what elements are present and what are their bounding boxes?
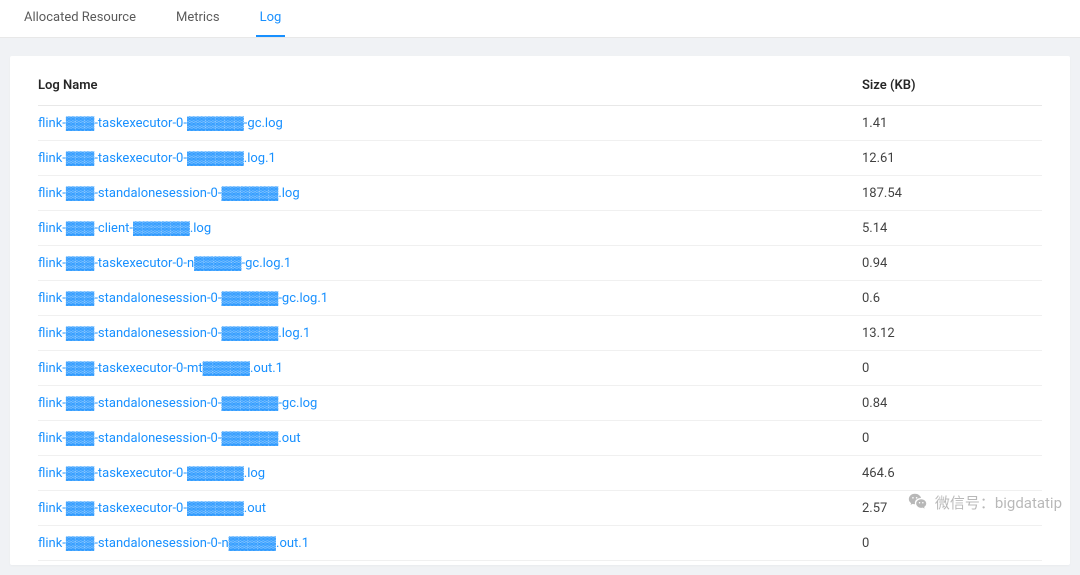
- log-name-cell: flink-▓▓▓-taskexecutor-0-▓▓▓▓▓▓-gc.log: [38, 115, 862, 131]
- log-size-cell: 0: [862, 536, 1042, 551]
- table-row: flink-▓▓▓-taskexecutor-0-▓▓▓▓▓▓.log.1 12.…: [38, 141, 1042, 176]
- table-row: flink-▓▓▓-standalonesession-0-n▓▓▓▓▓.out…: [38, 526, 1042, 561]
- table-row: flink-▓▓▓-standalonesession-0-▓▓▓▓▓▓.out…: [38, 421, 1042, 456]
- log-link[interactable]: flink-▓▓▓-standalonesession-0-▓▓▓▓▓▓-gc.…: [38, 396, 317, 411]
- log-table-card: Log Name Size (KB) flink-▓▓▓-taskexecuto…: [10, 56, 1070, 565]
- log-name-cell: flink-▓▓▓-standalonesession-0-▓▓▓▓▓▓.log: [38, 185, 862, 201]
- log-name-cell: flink-▓▓▓-standalonesession-0-▓▓▓▓▓▓-gc.…: [38, 395, 862, 411]
- log-size-cell: 2.57: [862, 501, 1042, 516]
- log-link[interactable]: flink-▓▓▓-standalonesession-0-▓▓▓▓▓▓.out: [38, 431, 301, 446]
- tab-metrics[interactable]: Metrics: [172, 0, 224, 37]
- log-name-cell: flink-▓▓▓-standalonesession-0-▓▓▓▓▓▓.out: [38, 430, 862, 446]
- log-link[interactable]: flink-▓▓▓-standalonesession-0-▓▓▓▓▓▓.log…: [38, 326, 310, 341]
- log-link[interactable]: flink-▓▓▓-standalonesession-0-▓▓▓▓▓▓.log: [38, 186, 300, 201]
- log-name-cell: flink-▓▓▓-taskexecutor-0-▓▓▓▓▓▓.out: [38, 500, 862, 516]
- log-name-cell: flink-▓▓▓-taskexecutor-0-▓▓▓▓▓▓.log.1: [38, 150, 862, 166]
- log-name-cell: flink-▓▓▓-client-▓▓▓▓▓▓.log: [38, 220, 862, 236]
- tabs: Allocated Resource Metrics Log: [0, 0, 1080, 38]
- log-name-cell: flink-▓▓▓-taskexecutor-0-n▓▓▓▓▓-gc.log.1: [38, 255, 862, 271]
- log-name-cell: flink-▓▓▓-standalonesession-0-▓▓▓▓▓▓.log…: [38, 325, 862, 341]
- log-link[interactable]: flink-▓▓▓-standalonesession-0-▓▓▓▓▓▓-gc.…: [38, 291, 328, 306]
- log-link[interactable]: flink-▓▓▓-client-▓▓▓▓▓▓.log: [38, 221, 211, 236]
- tab-allocated-resource[interactable]: Allocated Resource: [20, 0, 140, 37]
- col-header-size: Size (KB): [862, 78, 1042, 93]
- log-link[interactable]: flink-▓▓▓-taskexecutor-0-n▓▓▓▓▓-gc.log.1: [38, 256, 291, 271]
- log-name-cell: flink-▓▓▓-standalonesession-0-▓▓▓▓▓▓-gc.…: [38, 290, 862, 306]
- log-link[interactable]: flink-▓▓▓-taskexecutor-0-▓▓▓▓▓▓.out: [38, 501, 266, 516]
- table-row: flink-▓▓▓-standalonesession-0-▓▓▓▓▓▓.log…: [38, 176, 1042, 211]
- table-row: flink-▓▓▓-standalonesession-0-▓▓▓▓▓▓-gc.…: [38, 281, 1042, 316]
- log-size-cell: 0: [862, 431, 1042, 446]
- log-size-cell: 0.6: [862, 291, 1042, 306]
- log-link[interactable]: flink-▓▓▓-standalonesession-0-n▓▓▓▓▓.out…: [38, 536, 309, 551]
- content: Log Name Size (KB) flink-▓▓▓-taskexecuto…: [0, 38, 1080, 575]
- log-size-cell: 13.12: [862, 326, 1042, 341]
- log-size-cell: 12.61: [862, 151, 1042, 166]
- log-link[interactable]: flink-▓▓▓-taskexecutor-0-mt▓▓▓▓▓.out.1: [38, 361, 283, 376]
- log-link[interactable]: flink-▓▓▓-taskexecutor-0-▓▓▓▓▓▓.log: [38, 466, 265, 481]
- table-row: flink-▓▓▓-taskexecutor-0-▓▓▓▓▓▓.log 464.6: [38, 456, 1042, 491]
- log-size-cell: 187.54: [862, 186, 1042, 201]
- log-size-cell: 1.41: [862, 116, 1042, 131]
- table-row: flink-▓▓▓-client-▓▓▓▓▓▓.log 5.14: [38, 211, 1042, 246]
- log-name-cell: flink-▓▓▓-taskexecutor-0-▓▓▓▓▓▓.log: [38, 465, 862, 481]
- table-row: flink-▓▓▓-taskexecutor-0-mt▓▓▓▓▓.out.1 0: [38, 351, 1042, 386]
- table-row: flink-▓▓▓-taskexecutor-0-n▓▓▓▓▓-gc.log.1…: [38, 246, 1042, 281]
- log-name-cell: flink-▓▓▓-standalonesession-0-n▓▓▓▓▓.out…: [38, 535, 862, 551]
- table-row: flink-▓▓▓-standalonesession-0-▓▓▓▓▓▓.log…: [38, 316, 1042, 351]
- log-size-cell: 0.84: [862, 396, 1042, 411]
- table-body: flink-▓▓▓-taskexecutor-0-▓▓▓▓▓▓-gc.log 1.…: [38, 106, 1042, 561]
- table-row: flink-▓▓▓-taskexecutor-0-▓▓▓▓▓▓.out 2.57: [38, 491, 1042, 526]
- log-size-cell: 5.14: [862, 221, 1042, 236]
- tab-log[interactable]: Log: [256, 0, 286, 37]
- log-size-cell: 464.6: [862, 466, 1042, 481]
- col-header-name: Log Name: [38, 78, 862, 93]
- log-link[interactable]: flink-▓▓▓-taskexecutor-0-▓▓▓▓▓▓.log.1: [38, 151, 276, 166]
- log-size-cell: 0.94: [862, 256, 1042, 271]
- table-row: flink-▓▓▓-standalonesession-0-▓▓▓▓▓▓-gc.…: [38, 386, 1042, 421]
- table-header: Log Name Size (KB): [38, 66, 1042, 106]
- log-name-cell: flink-▓▓▓-taskexecutor-0-mt▓▓▓▓▓.out.1: [38, 360, 862, 376]
- table-row: flink-▓▓▓-taskexecutor-0-▓▓▓▓▓▓-gc.log 1.…: [38, 106, 1042, 141]
- log-link[interactable]: flink-▓▓▓-taskexecutor-0-▓▓▓▓▓▓-gc.log: [38, 116, 283, 131]
- log-size-cell: 0: [862, 361, 1042, 376]
